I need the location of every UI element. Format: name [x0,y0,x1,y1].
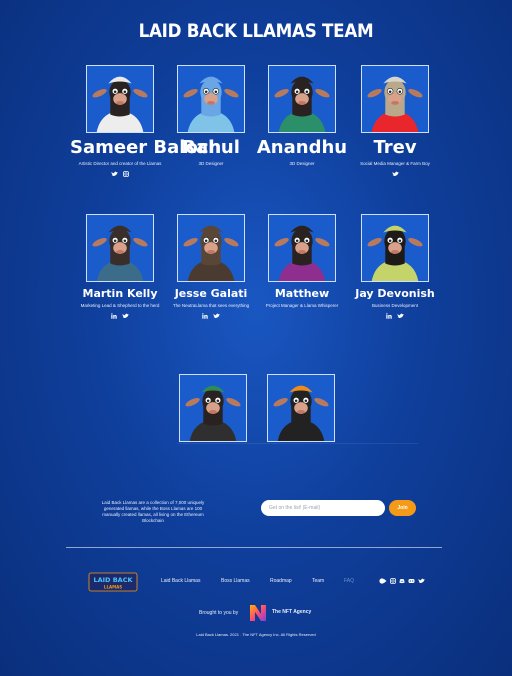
team-member-card: Trev Social Media Manager & Farm Boy [345,65,445,179]
brought-by-label: Brought to you by [199,610,239,616]
linkedin-icon[interactable] [386,313,392,321]
member-portrait [361,65,429,133]
llama-illustration [178,215,244,281]
llama-illustration [180,375,246,441]
member-role: Business Development [371,303,419,308]
llama-illustration [362,215,428,281]
llama-illustration [87,66,153,132]
page-title: LAID BACK LLAMAS TEAM [138,20,374,42]
team-member-card: Anandhu 3D Designer [252,65,352,167]
member-socials [70,313,170,321]
member-name: Rahul [182,137,240,158]
member-portrait [86,65,154,133]
copyright: Laid Back Llamas. 2021 . The NFT Agency … [196,632,316,637]
team-member-card: Sameer Baloch Artistic Director and creat… [70,65,222,179]
section-separator [178,443,418,444]
nft-agency-logo[interactable] [248,603,268,623]
team-member-card: Rahul 3D Designer [161,65,261,167]
member-portrait [267,374,335,442]
about-text: Laid Back Llamas are a collection of 7,0… [101,500,205,523]
member-name: Jay Devonish [355,287,435,300]
team-member-card: Martin Kelly Marketing Lead & Shepherd to… [70,214,170,321]
twitter-icon[interactable] [392,171,399,179]
member-name: Jesse Galati [174,287,248,300]
member-name: Martin Kelly [82,287,158,300]
twitter-icon[interactable] [418,578,425,584]
member-role: 3D Designer [198,161,224,166]
discord-alt-icon[interactable] [408,578,415,584]
team-member-card [251,374,351,442]
linkedin-icon[interactable] [202,313,208,321]
team-member-card [163,374,263,442]
llama-illustration [178,66,244,132]
nav-roadmap[interactable]: Roadmap [270,578,292,584]
llama-illustration [362,66,428,132]
member-role: Project Manager & Llama Whisperer [265,303,339,308]
discord-icon[interactable] [399,578,405,584]
team-member-card: Jay Devonish Business Development [345,214,445,321]
member-portrait [268,214,336,282]
member-portrait [268,65,336,133]
nav-laid-back-llamas[interactable]: Laid Back Llamas [161,578,200,584]
team-member-card: Jesse Galati The NeutraLlama that sees ev… [161,214,261,321]
member-portrait [177,214,245,282]
footer-nav: Laid Back Llamas Boss Llamas Roadmap Tea… [0,578,512,586]
member-name: Matthew [274,287,330,300]
footer-divider [66,547,442,548]
member-socials [161,313,261,321]
llama-illustration [268,375,334,441]
nav-team[interactable]: Team [312,578,324,584]
member-role: 3D Designer [289,161,315,166]
member-socials [70,171,170,179]
member-name: Anandhu [256,137,348,158]
instagram-icon[interactable] [390,578,396,584]
member-portrait [179,374,247,442]
member-role: Social Media Manager & Farm Boy [360,161,430,166]
linkedin-icon[interactable] [111,313,117,321]
instagram-icon[interactable] [123,171,129,179]
member-name: Trev [373,137,417,158]
twitter-icon[interactable] [213,313,220,321]
twitter-icon[interactable] [111,171,118,179]
opensea-icon[interactable] [379,578,387,584]
join-button[interactable]: Join [389,500,416,516]
twitter-icon[interactable] [122,313,129,321]
member-role: The NeutraLlama that sees everything [172,303,250,308]
llama-illustration [269,66,335,132]
nav-faq[interactable]: FAQ [344,578,354,584]
twitter-icon[interactable] [397,313,404,321]
llama-illustration [269,215,335,281]
member-portrait [361,214,429,282]
member-socials [345,171,445,179]
member-portrait [86,214,154,282]
member-name: Sameer Baloch [70,137,222,158]
member-role: Artistic Director and creator of the Lla… [78,161,162,166]
member-portrait [177,65,245,133]
agency-name[interactable]: The NFT Agency [272,609,311,615]
team-member-card: Matthew Project Manager & Llama Whisperer [252,214,352,309]
llama-illustration [87,215,153,281]
member-role: Marketing Lead & Shepherd to the herd [80,303,160,308]
footer-socials [379,578,425,584]
email-input[interactable] [261,500,385,516]
nav-boss-llamas[interactable]: Boss Llamas [221,578,250,584]
member-socials [345,313,445,321]
